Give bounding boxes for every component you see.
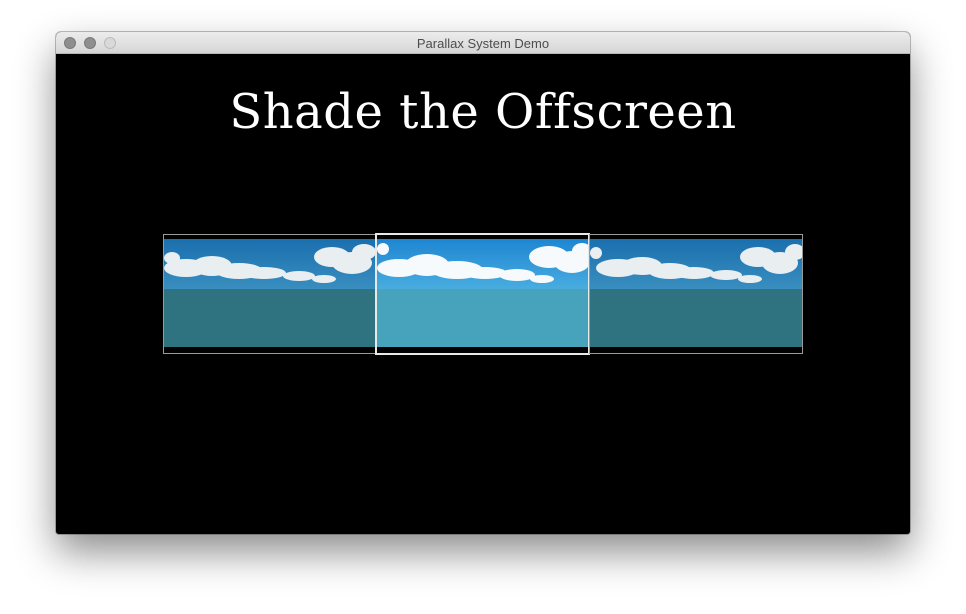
parallax-panel-center [375,233,590,355]
render-canvas: Shade the Offscreen [56,54,910,534]
window-title: Parallax System Demo [416,36,550,51]
parallax-panel-right [589,234,803,354]
title-bar[interactable]: Parallax System Demo [56,32,910,54]
sky-water-image-left [164,239,375,347]
sky-water-image-center [377,239,588,347]
app-window: Parallax System Demo Shade the Offscreen [56,32,910,534]
sky-water-image-right [590,239,802,347]
parallax-strip [163,233,803,355]
parallax-panel-left [163,234,376,354]
page-title: Shade the Offscreen [229,84,737,140]
